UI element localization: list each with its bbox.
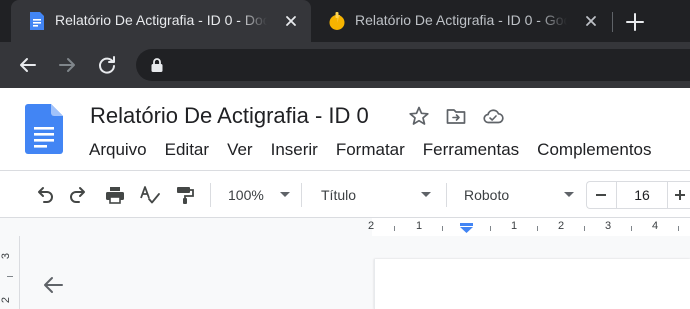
minus-icon <box>596 194 606 196</box>
reload-icon[interactable] <box>96 54 118 76</box>
address-bar[interactable] <box>136 49 690 81</box>
close-tab-icon[interactable] <box>583 13 599 29</box>
vertical-ruler: 3 2 <box>0 236 20 309</box>
document-title[interactable]: Relatório De Actigrafia - ID 0 <box>88 102 371 130</box>
font-select[interactable]: Roboto <box>464 181 579 209</box>
tab-forms[interactable]: Relatório De Actigrafia - ID 0 - Google … <box>311 0 609 42</box>
ruler-label: 3 <box>0 252 13 260</box>
font-value: Roboto <box>464 187 510 203</box>
ruler-label: 4 <box>652 220 659 232</box>
ruler-label: 2 <box>368 220 375 232</box>
formatting-toolbar: 100% Título Roboto <box>0 170 690 218</box>
ruler-label: 2 <box>558 220 565 232</box>
browser-toolbar <box>0 42 690 88</box>
font-size-input[interactable] <box>617 182 667 208</box>
chevron-down-icon <box>421 192 431 197</box>
tab-title: Relatório De Actigrafia - ID 0 - Google … <box>355 12 567 30</box>
zoom-select[interactable]: 100% <box>228 181 298 209</box>
document-page[interactable] <box>374 259 690 309</box>
ruler-tick <box>678 226 679 231</box>
close-tab-icon[interactable] <box>283 13 299 29</box>
increase-font-size-button[interactable] <box>668 181 690 209</box>
menu-inserir[interactable]: Inserir <box>263 138 326 162</box>
address-input[interactable] <box>176 55 676 75</box>
spellcheck-icon[interactable] <box>139 184 161 206</box>
horizontal-ruler: 2 1 1 2 3 4 <box>0 218 690 236</box>
toolbar-separator <box>210 183 211 207</box>
menu-complementos[interactable]: Complementos <box>529 138 659 162</box>
move-to-folder-icon[interactable] <box>445 105 467 127</box>
menu-formatar[interactable]: Formatar <box>328 138 413 162</box>
indent-marker-icon[interactable] <box>459 223 474 233</box>
ruler-tick <box>394 226 395 231</box>
font-size-stepper <box>586 181 690 209</box>
ruler-tick <box>490 226 491 231</box>
paint-format-icon[interactable] <box>174 184 196 206</box>
google-docs-icon <box>30 12 44 30</box>
ruler-tick <box>537 226 538 231</box>
outline-back-arrow-icon[interactable] <box>40 273 66 297</box>
plus-icon <box>675 190 685 200</box>
back-icon[interactable] <box>17 54 39 76</box>
decrease-font-size-button[interactable] <box>586 181 616 209</box>
ruler-label: 1 <box>511 220 518 232</box>
menu-bar: Arquivo Editar Ver Inserir Formatar Ferrament… <box>81 138 662 162</box>
toolbar-separator <box>301 183 302 207</box>
ruler-label: 3 <box>605 220 612 232</box>
ruler-tick <box>7 276 13 277</box>
toolbar-separator <box>446 183 447 207</box>
tab-title: Relatório De Actigrafia - ID 0 - Documen… <box>55 12 267 30</box>
ruler-label: 2 <box>0 296 13 304</box>
cloud-saved-icon[interactable] <box>482 105 504 127</box>
zoom-value: 100% <box>228 187 264 203</box>
undo-icon[interactable] <box>33 184 55 206</box>
tab-separator <box>612 12 613 32</box>
font-size-box <box>616 181 668 209</box>
new-tab-icon[interactable] <box>624 11 646 33</box>
docs-header: Relatório De Actigrafia - ID 0 Arquivo Ed… <box>0 88 690 170</box>
menu-ver[interactable]: Ver <box>219 138 261 162</box>
menu-ferramentas[interactable]: Ferramentas <box>415 138 527 162</box>
star-icon[interactable] <box>408 105 430 127</box>
google-docs-logo-icon[interactable] <box>25 104 63 154</box>
ruler-tick <box>631 226 632 231</box>
lock-icon[interactable] <box>150 57 164 73</box>
menu-editar[interactable]: Editar <box>157 138 217 162</box>
paragraph-style-select[interactable]: Título <box>321 181 436 209</box>
style-value: Título <box>321 187 357 203</box>
menu-arquivo[interactable]: Arquivo <box>81 138 155 162</box>
chevron-down-icon <box>280 192 290 197</box>
redo-icon[interactable] <box>68 184 90 206</box>
ruler-label: 1 <box>416 220 423 232</box>
tab-docs[interactable]: Relatório De Actigrafia - ID 0 - Documen… <box>11 0 311 42</box>
forward-icon[interactable] <box>56 54 78 76</box>
browser-tab-strip: Relatório De Actigrafia - ID 0 - Documen… <box>0 0 690 42</box>
google-forms-icon <box>329 12 345 30</box>
ruler-tick <box>442 226 443 231</box>
ruler-tick <box>584 226 585 231</box>
chevron-down-icon <box>564 192 574 197</box>
print-icon[interactable] <box>104 184 126 206</box>
